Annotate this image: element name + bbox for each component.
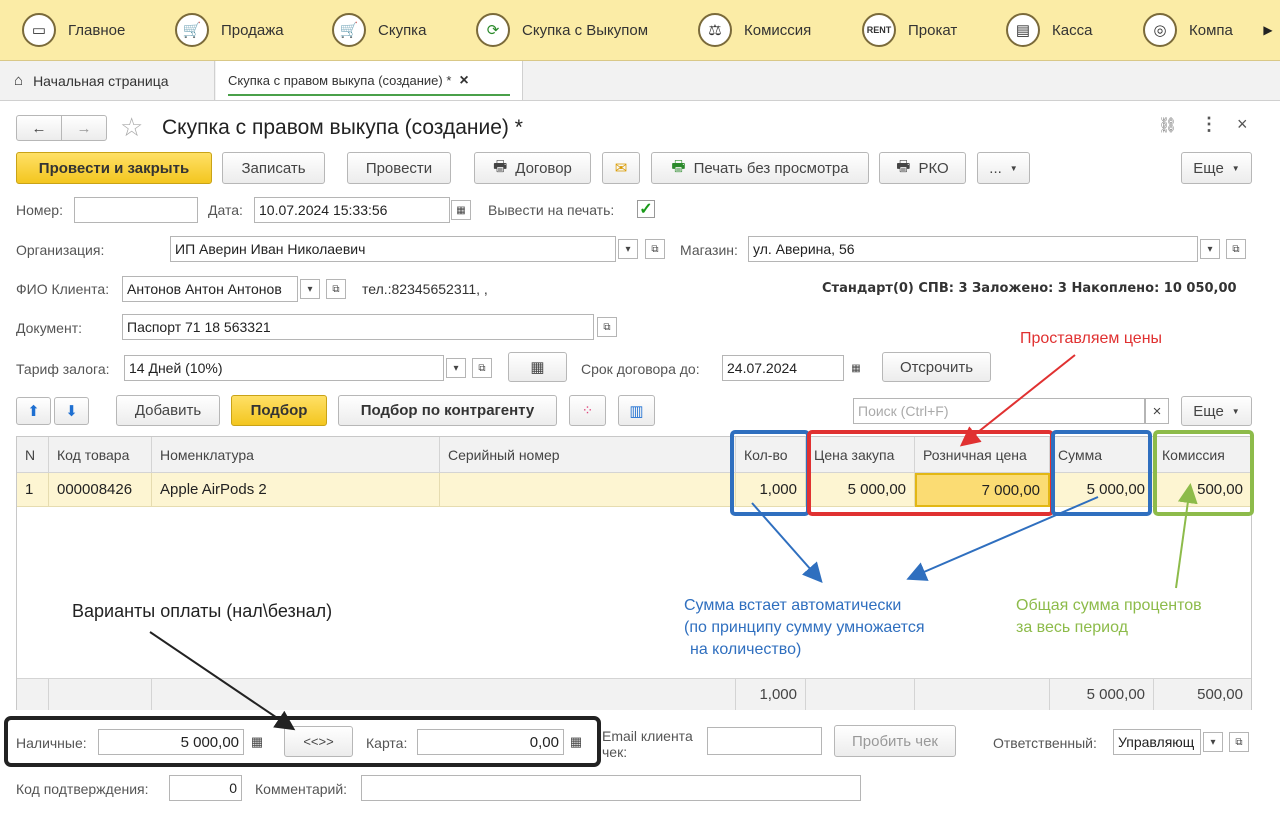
highlight-prices bbox=[807, 430, 1054, 516]
annotation-sum-auto: Сумма встает автоматически bbox=[684, 597, 902, 614]
annotation-sum-auto: (по принципу сумму умножается bbox=[684, 619, 925, 636]
arrow-payment bbox=[149, 631, 296, 731]
highlight-payment bbox=[4, 716, 601, 767]
highlight-qty bbox=[730, 430, 810, 516]
annotation-prices: Проставляем цены bbox=[1020, 330, 1163, 347]
arrow-commission bbox=[1175, 483, 1198, 589]
annotation-overlay bbox=[4, 354, 1254, 767]
highlight-commission bbox=[1153, 430, 1254, 516]
annotation-commission: за весь период bbox=[1016, 619, 1128, 636]
annotation-commission: Общая сумма процентов bbox=[1016, 597, 1202, 614]
arrow-sum bbox=[906, 496, 1099, 581]
annotation-sum-auto: на количество) bbox=[690, 641, 802, 658]
highlight-sum bbox=[1051, 430, 1152, 516]
annotation-payment: Варианты оплаты (нал\безнал) bbox=[72, 601, 333, 621]
